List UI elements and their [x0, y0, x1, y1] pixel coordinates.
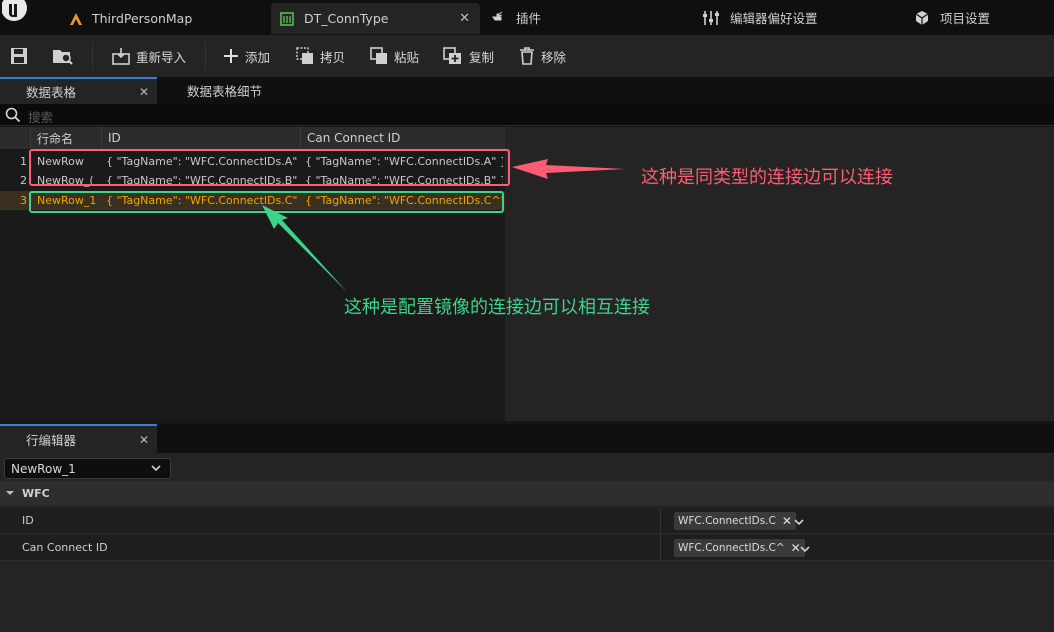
- row-editor-panel: NewRow_1 WFC ID WFC.ConnectIDs.C ✕ Can C…: [0, 453, 1054, 632]
- property-row-can-connect: Can Connect ID WFC.ConnectIDs.C^ ✕: [0, 535, 1054, 561]
- column-divider: [660, 508, 661, 534]
- annotation-green-text: 这种是配置镜像的连接边可以相互连接: [344, 297, 650, 318]
- annotation-red-text: 这种是同类型的连接边可以连接: [641, 167, 893, 188]
- tag-chip-label: WFC.ConnectIDs.C: [678, 515, 776, 527]
- tab-label: 行编辑器: [26, 433, 77, 448]
- chevron-down-icon: [151, 465, 161, 472]
- chevron-down-icon: [6, 491, 14, 495]
- property-row-id: ID WFC.ConnectIDs.C ✕: [0, 508, 1054, 534]
- close-icon[interactable]: ✕: [139, 433, 149, 447]
- green-arrow-icon: [262, 205, 347, 292]
- tag-chip[interactable]: WFC.ConnectIDs.C^ ✕: [674, 539, 805, 557]
- row-select-value: NewRow_1: [11, 461, 76, 476]
- bottom-tabs: 行编辑器 ✕: [0, 424, 1054, 453]
- close-icon[interactable]: ✕: [782, 514, 792, 528]
- chevron-down-icon[interactable]: [799, 543, 811, 555]
- chevron-down-icon[interactable]: [793, 516, 805, 528]
- property-name: Can Connect ID: [22, 541, 108, 554]
- tag-chip-label: WFC.ConnectIDs.C^: [678, 542, 785, 554]
- row-select-dropdown[interactable]: NewRow_1: [4, 458, 171, 479]
- property-name: ID: [22, 514, 34, 527]
- column-divider: [660, 535, 661, 561]
- tag-chip[interactable]: WFC.ConnectIDs.C ✕: [674, 512, 796, 530]
- category-label: WFC: [22, 486, 50, 500]
- tab-row-editor[interactable]: 行编辑器 ✕: [0, 424, 157, 453]
- red-arrow-icon: [512, 159, 625, 179]
- category-wfc[interactable]: WFC: [0, 481, 1054, 505]
